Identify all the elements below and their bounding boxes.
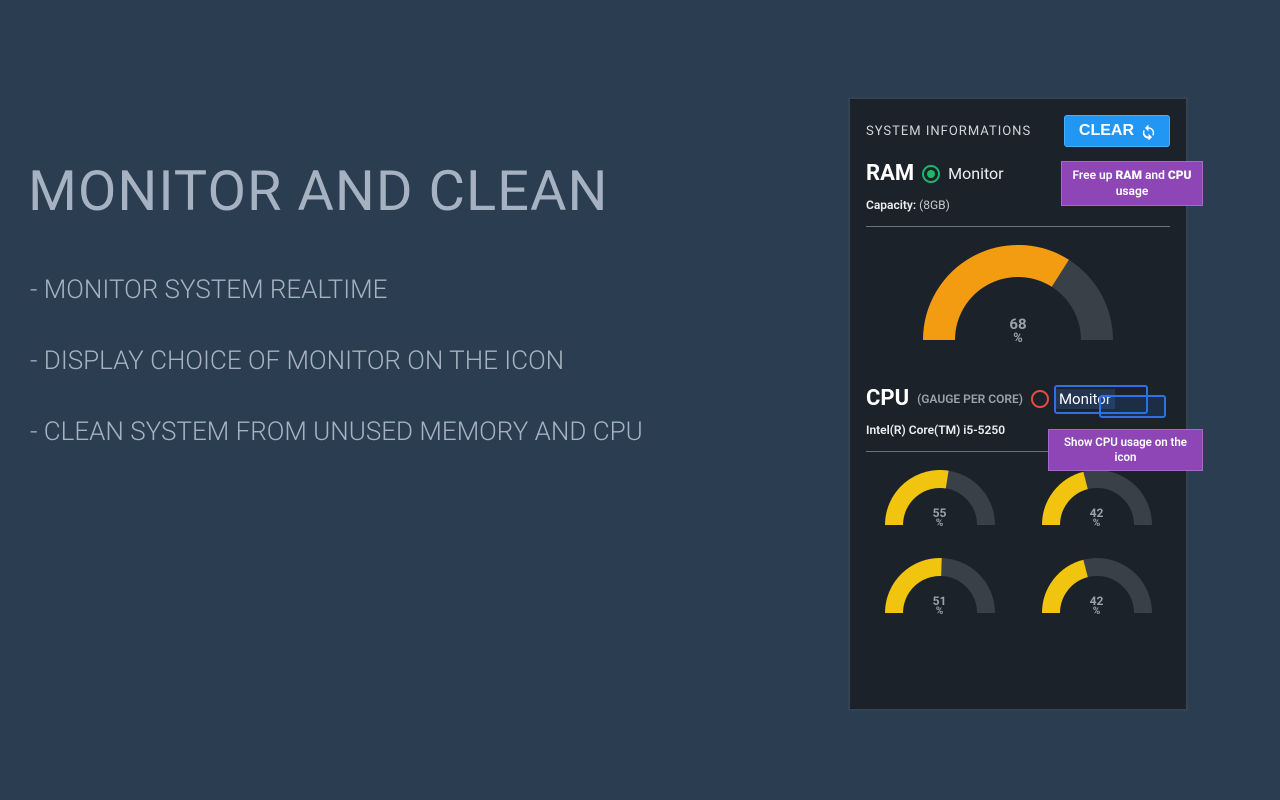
ram-monitor-radio[interactable] bbox=[922, 165, 940, 183]
ram-capacity-label: Capacity: bbox=[866, 198, 916, 212]
system-panel: SYSTEM INFORMATIONS CLEAR RAM Monitor Ca… bbox=[849, 98, 1187, 710]
cpu-cores-grid: 55% 42% 51% 42% bbox=[866, 470, 1170, 622]
cpu-section-header: CPU (GAUGE PER CORE) Monitor bbox=[866, 386, 1170, 411]
divider bbox=[866, 226, 1170, 227]
ram-capacity-value: (8GB) bbox=[919, 198, 950, 212]
ram-monitor-label[interactable]: Monitor bbox=[948, 164, 1003, 183]
hero-bullets: - MONITOR SYSTEM REALTIME - DISPLAY CHOI… bbox=[30, 275, 643, 489]
gauge-value: 42% bbox=[1042, 594, 1152, 617]
gauge-value: 42% bbox=[1042, 506, 1152, 529]
bullet-2: - DISPLAY CHOICE OF MONITOR ON THE ICON bbox=[30, 346, 643, 377]
refresh-icon bbox=[1140, 123, 1157, 140]
cpu-monitor-radio[interactable] bbox=[1031, 390, 1049, 408]
cpu-core-4-gauge: 42% bbox=[1042, 558, 1152, 622]
clear-button-label: CLEAR bbox=[1079, 122, 1134, 140]
ram-title: RAM bbox=[866, 161, 914, 186]
cpu-model: Intel(R) Core(TM) i5-5250 bbox=[866, 423, 1005, 437]
cpu-tooltip: Show CPU usage on the icon bbox=[1048, 429, 1203, 471]
ram-gauge: 68% bbox=[923, 245, 1113, 356]
gauge-value: 68% bbox=[923, 315, 1113, 346]
ram-gauge-wrap: 68% bbox=[866, 245, 1170, 356]
cpu-core-2-gauge: 42% bbox=[1042, 470, 1152, 534]
clear-button[interactable]: CLEAR bbox=[1064, 115, 1170, 147]
cpu-core-1-gauge: 55% bbox=[885, 470, 995, 534]
bullet-3: - CLEAN SYSTEM FROM UNUSED MEMORY AND CP… bbox=[30, 417, 643, 448]
cpu-core-3-gauge: 51% bbox=[885, 558, 995, 622]
gauge-value: 51% bbox=[885, 594, 995, 617]
bullet-1: - MONITOR SYSTEM REALTIME bbox=[30, 275, 643, 306]
cpu-monitor-label[interactable]: Monitor bbox=[1055, 389, 1115, 409]
cpu-subtitle: (GAUGE PER CORE) bbox=[917, 392, 1023, 406]
gauge-value: 55% bbox=[885, 506, 995, 529]
hero-title: MONITOR AND CLEAN bbox=[28, 158, 608, 224]
panel-title: SYSTEM INFORMATIONS bbox=[866, 124, 1031, 139]
cpu-title: CPU bbox=[866, 386, 909, 411]
ram-tooltip: Free up RAM and CPU usage bbox=[1061, 161, 1203, 206]
